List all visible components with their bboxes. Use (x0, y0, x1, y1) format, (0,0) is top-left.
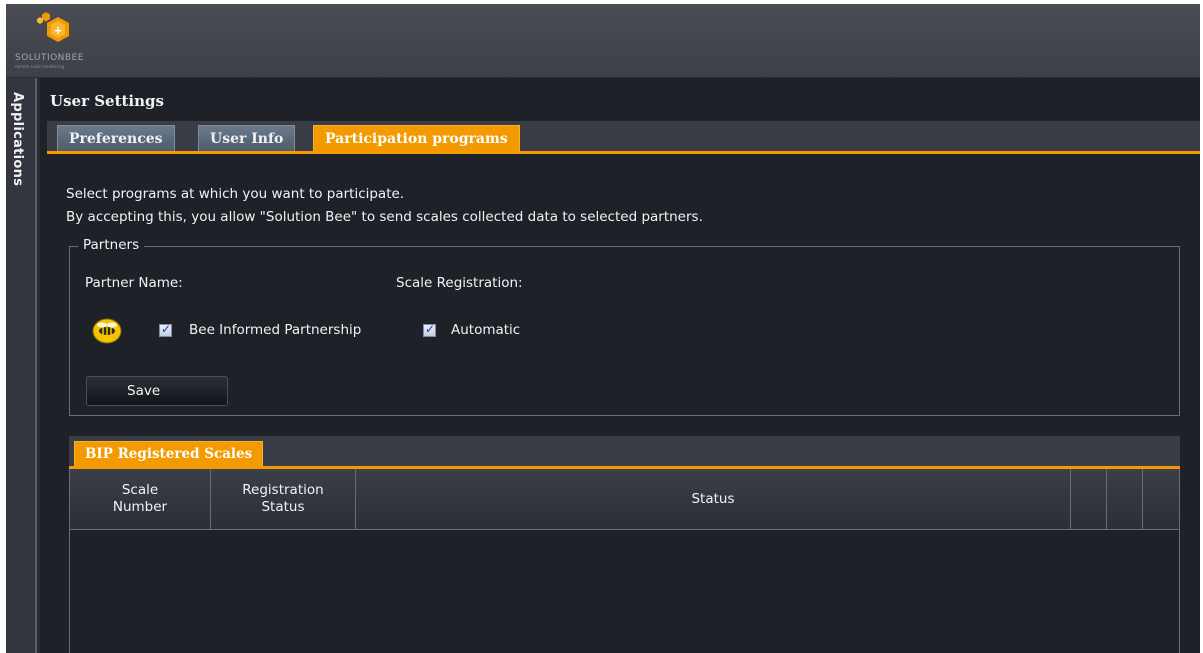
column-header-extra-1[interactable] (1071, 469, 1107, 529)
honeycomb-logo-icon: + (37, 12, 69, 42)
tab-participation-programs[interactable]: Participation programs (313, 125, 520, 151)
column-header-extra-2[interactable] (1107, 469, 1143, 529)
partners-group: Partners Partner Name: Scale Registratio… (69, 237, 1180, 416)
bee-icon (92, 318, 122, 344)
column-header-status[interactable]: Status (356, 469, 1071, 529)
automatic-registration-label[interactable]: Automatic (451, 322, 520, 338)
participation-description-line2: By accepting this, you allow "Solution B… (66, 209, 703, 225)
app-header: + SOLUTIONBEE remote scale monitoring (6, 4, 1200, 78)
scale-registration-header: Scale Registration: (396, 275, 523, 291)
bip-tabs: BIP Registered Scales (69, 436, 1180, 469)
partner-select-checkbox[interactable]: ✓ (159, 322, 172, 337)
solutionbee-logo[interactable]: + SOLUTIONBEE remote scale monitoring (12, 12, 122, 69)
side-panel-divider (37, 78, 40, 653)
participation-description-line1: Select programs at which you want to par… (66, 186, 405, 202)
tab-user-info[interactable]: User Info (198, 125, 296, 151)
save-button[interactable]: Save (86, 376, 228, 406)
brand-tagline: remote scale monitoring (15, 64, 65, 69)
participation-content: Select programs at which you want to par… (47, 154, 1200, 653)
main-panel: User Settings Preferences User Info Part… (42, 84, 1200, 653)
app-window: + SOLUTIONBEE remote scale monitoring Ap… (6, 4, 1200, 653)
svg-text:+: + (53, 24, 62, 37)
applications-label[interactable]: Applications (10, 92, 25, 186)
grid-header: Scale Number Registration Status Status (70, 469, 1179, 530)
partners-legend: Partners (78, 237, 145, 253)
page-title: User Settings (50, 92, 164, 110)
column-header-scale-number[interactable]: Scale Number (70, 469, 211, 529)
checkmark-icon: ✓ (425, 322, 436, 336)
brand-name: SOLUTIONBEE (15, 53, 84, 63)
partner-name-label[interactable]: Bee Informed Partnership (189, 322, 361, 338)
tab-preferences[interactable]: Preferences (57, 125, 175, 151)
column-header-registration-status[interactable]: Registration Status (211, 469, 356, 529)
bip-scales-grid: Scale Number Registration Status Status (69, 469, 1180, 653)
automatic-registration-checkbox[interactable]: ✓ (423, 322, 436, 337)
column-header-extra-3[interactable] (1143, 469, 1179, 529)
tab-bip-registered-scales[interactable]: BIP Registered Scales (74, 441, 264, 466)
checkmark-icon: ✓ (161, 322, 172, 336)
settings-tabs: Preferences User Info Participation prog… (47, 121, 1200, 154)
applications-side-panel[interactable]: Applications (6, 78, 37, 653)
partner-name-header: Partner Name: (85, 275, 183, 291)
